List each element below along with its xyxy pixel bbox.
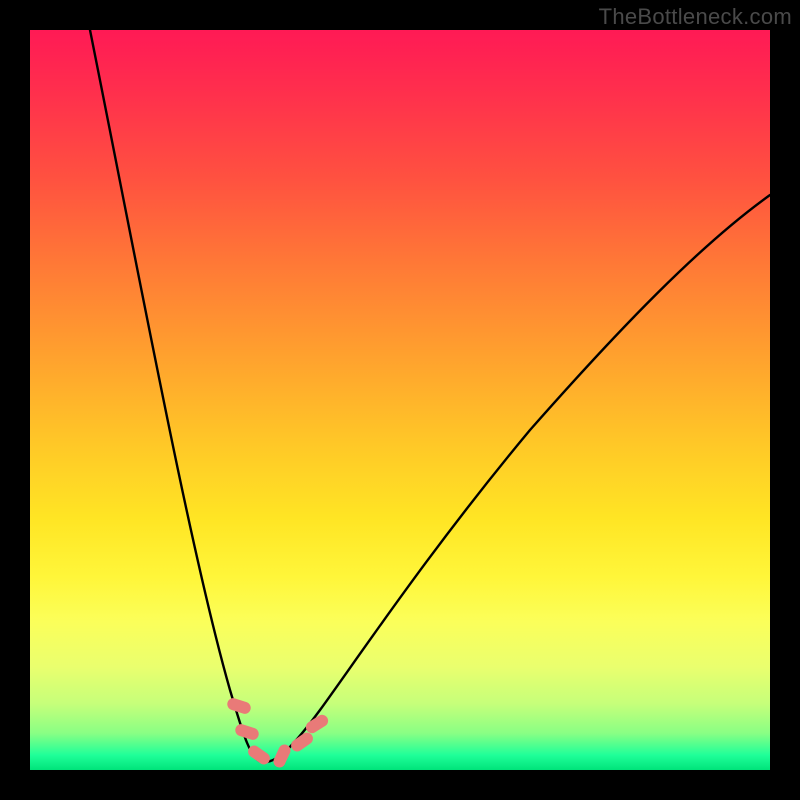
watermark-text: TheBottleneck.com bbox=[599, 4, 792, 30]
marker-pill-2 bbox=[234, 723, 261, 742]
marker-group bbox=[226, 697, 331, 770]
marker-pill-1 bbox=[226, 697, 253, 716]
bottleneck-curve-svg bbox=[30, 30, 770, 770]
bottleneck-curve-path bbox=[90, 30, 770, 762]
